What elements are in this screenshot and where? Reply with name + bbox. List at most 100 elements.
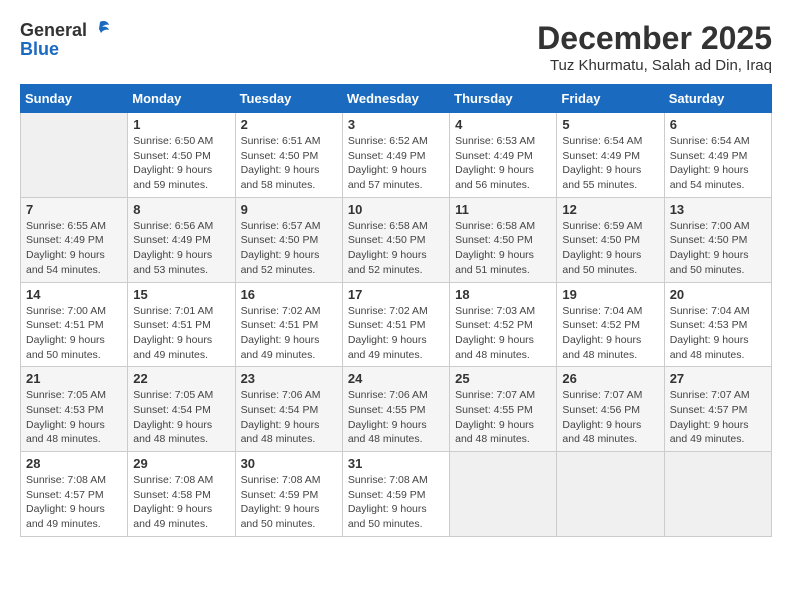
- page-header: General Blue December 2025 Tuz Khurmatu,…: [20, 20, 772, 74]
- calendar-cell: 10 Sunrise: 6:58 AM Sunset: 4:50 PM Dayli…: [342, 197, 449, 282]
- calendar-week-row: 21 Sunrise: 7:05 AM Sunset: 4:53 PM Dayli…: [21, 367, 772, 452]
- day-info: Sunrise: 7:06 AM Sunset: 4:54 PM Dayligh…: [241, 388, 337, 447]
- day-number: 10: [348, 202, 444, 217]
- day-info: Sunrise: 6:51 AM Sunset: 4:50 PM Dayligh…: [241, 134, 337, 193]
- day-header-friday: Friday: [557, 85, 664, 113]
- calendar-cell: 8 Sunrise: 6:56 AM Sunset: 4:49 PM Daylig…: [128, 197, 235, 282]
- day-number: 26: [562, 371, 658, 386]
- calendar-cell: 24 Sunrise: 7:06 AM Sunset: 4:55 PM Dayli…: [342, 367, 449, 452]
- day-number: 2: [241, 117, 337, 132]
- day-number: 9: [241, 202, 337, 217]
- calendar-cell: 12Sunrise: 6:59 AM Sunset: 4:50 PM Dayli…: [557, 197, 664, 282]
- day-number: 31: [348, 456, 444, 471]
- day-info: Sunrise: 7:08 AM Sunset: 4:58 PM Dayligh…: [133, 473, 229, 532]
- calendar-cell: 21 Sunrise: 7:05 AM Sunset: 4:53 PM Dayli…: [21, 367, 128, 452]
- day-info: Sunrise: 7:03 AM Sunset: 4:52 PM Dayligh…: [455, 304, 551, 363]
- day-info: Sunrise: 7:04 AM Sunset: 4:52 PM Dayligh…: [562, 304, 658, 363]
- day-info: Sunrise: 7:06 AM Sunset: 4:55 PM Dayligh…: [348, 388, 444, 447]
- calendar-cell: 15 Sunrise: 7:01 AM Sunset: 4:51 PM Dayli…: [128, 282, 235, 367]
- logo-bird-icon: [89, 18, 111, 40]
- calendar-cell: 31 Sunrise: 7:08 AM Sunset: 4:59 PM Dayli…: [342, 452, 449, 537]
- day-info: Sunrise: 6:58 AM Sunset: 4:50 PM Dayligh…: [348, 219, 444, 278]
- day-info: Sunrise: 7:08 AM Sunset: 4:59 PM Dayligh…: [241, 473, 337, 532]
- logo-blue-text: Blue: [20, 40, 59, 58]
- calendar-week-row: 7 Sunrise: 6:55 AM Sunset: 4:49 PM Daylig…: [21, 197, 772, 282]
- day-info: Sunrise: 6:57 AM Sunset: 4:50 PM Dayligh…: [241, 219, 337, 278]
- day-info: Sunrise: 7:07 AM Sunset: 4:56 PM Dayligh…: [562, 388, 658, 447]
- calendar-cell: [557, 452, 664, 537]
- day-number: 29: [133, 456, 229, 471]
- calendar-cell: 14Sunrise: 7:00 AM Sunset: 4:51 PM Dayli…: [21, 282, 128, 367]
- day-header-sunday: Sunday: [21, 85, 128, 113]
- calendar-cell: 2 Sunrise: 6:51 AM Sunset: 4:50 PM Daylig…: [235, 113, 342, 198]
- calendar-cell: 4 Sunrise: 6:53 AM Sunset: 4:49 PM Daylig…: [450, 113, 557, 198]
- calendar-cell: 19 Sunrise: 7:04 AM Sunset: 4:52 PM Dayli…: [557, 282, 664, 367]
- calendar-cell: 20Sunrise: 7:04 AM Sunset: 4:53 PM Dayli…: [664, 282, 771, 367]
- day-info: Sunrise: 7:08 AM Sunset: 4:59 PM Dayligh…: [348, 473, 444, 532]
- day-number: 7: [26, 202, 122, 217]
- day-number: 18: [455, 287, 551, 302]
- day-number: 23: [241, 371, 337, 386]
- day-header-saturday: Saturday: [664, 85, 771, 113]
- title-block: December 2025 Tuz Khurmatu, Salah ad Din…: [537, 20, 772, 74]
- calendar-cell: 7 Sunrise: 6:55 AM Sunset: 4:49 PM Daylig…: [21, 197, 128, 282]
- calendar-cell: 1Sunrise: 6:50 AM Sunset: 4:50 PM Daylig…: [128, 113, 235, 198]
- day-info: Sunrise: 7:02 AM Sunset: 4:51 PM Dayligh…: [241, 304, 337, 363]
- calendar-cell: 29 Sunrise: 7:08 AM Sunset: 4:58 PM Dayli…: [128, 452, 235, 537]
- day-number: 4: [455, 117, 551, 132]
- day-number: 3: [348, 117, 444, 132]
- day-number: 15: [133, 287, 229, 302]
- day-number: 16: [241, 287, 337, 302]
- day-info: Sunrise: 6:53 AM Sunset: 4:49 PM Dayligh…: [455, 134, 551, 193]
- day-number: 17: [348, 287, 444, 302]
- day-number: 14: [26, 287, 122, 302]
- day-header-monday: Monday: [128, 85, 235, 113]
- day-info: Sunrise: 6:59 AM Sunset: 4:50 PM Dayligh…: [562, 219, 658, 278]
- day-number: 8: [133, 202, 229, 217]
- logo: General Blue: [20, 20, 111, 58]
- day-number: 20: [670, 287, 766, 302]
- day-info: Sunrise: 7:01 AM Sunset: 4:51 PM Dayligh…: [133, 304, 229, 363]
- day-info: Sunrise: 6:55 AM Sunset: 4:49 PM Dayligh…: [26, 219, 122, 278]
- day-info: Sunrise: 6:58 AM Sunset: 4:50 PM Dayligh…: [455, 219, 551, 278]
- calendar-cell: 11 Sunrise: 6:58 AM Sunset: 4:50 PM Dayli…: [450, 197, 557, 282]
- day-info: Sunrise: 6:52 AM Sunset: 4:49 PM Dayligh…: [348, 134, 444, 193]
- calendar-cell: 23 Sunrise: 7:06 AM Sunset: 4:54 PM Dayli…: [235, 367, 342, 452]
- calendar-cell: 13Sunrise: 7:00 AM Sunset: 4:50 PM Dayli…: [664, 197, 771, 282]
- day-info: Sunrise: 6:54 AM Sunset: 4:49 PM Dayligh…: [670, 134, 766, 193]
- day-info: Sunrise: 7:02 AM Sunset: 4:51 PM Dayligh…: [348, 304, 444, 363]
- day-info: Sunrise: 6:54 AM Sunset: 4:49 PM Dayligh…: [562, 134, 658, 193]
- location-title: Tuz Khurmatu, Salah ad Din, Iraq: [537, 57, 772, 74]
- logo-general-text: General: [20, 21, 87, 39]
- calendar-cell: [450, 452, 557, 537]
- day-number: 19: [562, 287, 658, 302]
- day-info: Sunrise: 7:05 AM Sunset: 4:53 PM Dayligh…: [26, 388, 122, 447]
- calendar-cell: [664, 452, 771, 537]
- calendar-cell: [21, 113, 128, 198]
- day-header-wednesday: Wednesday: [342, 85, 449, 113]
- calendar-header-row: SundayMondayTuesdayWednesdayThursdayFrid…: [21, 85, 772, 113]
- calendar-week-row: 14Sunrise: 7:00 AM Sunset: 4:51 PM Dayli…: [21, 282, 772, 367]
- day-number: 25: [455, 371, 551, 386]
- day-info: Sunrise: 7:08 AM Sunset: 4:57 PM Dayligh…: [26, 473, 122, 532]
- day-info: Sunrise: 6:50 AM Sunset: 4:50 PM Dayligh…: [133, 134, 229, 193]
- day-info: Sunrise: 7:07 AM Sunset: 4:55 PM Dayligh…: [455, 388, 551, 447]
- month-title: December 2025: [537, 20, 772, 57]
- calendar-cell: 28 Sunrise: 7:08 AM Sunset: 4:57 PM Dayli…: [21, 452, 128, 537]
- calendar-cell: 6Sunrise: 6:54 AM Sunset: 4:49 PM Daylig…: [664, 113, 771, 198]
- day-number: 24: [348, 371, 444, 386]
- calendar-cell: 26 Sunrise: 7:07 AM Sunset: 4:56 PM Dayli…: [557, 367, 664, 452]
- day-number: 30: [241, 456, 337, 471]
- calendar-week-row: 1Sunrise: 6:50 AM Sunset: 4:50 PM Daylig…: [21, 113, 772, 198]
- calendar-cell: 27Sunrise: 7:07 AM Sunset: 4:57 PM Dayli…: [664, 367, 771, 452]
- day-number: 28: [26, 456, 122, 471]
- calendar-cell: 17 Sunrise: 7:02 AM Sunset: 4:51 PM Dayli…: [342, 282, 449, 367]
- day-number: 21: [26, 371, 122, 386]
- day-info: Sunrise: 7:07 AM Sunset: 4:57 PM Dayligh…: [670, 388, 766, 447]
- calendar-table: SundayMondayTuesdayWednesdayThursdayFrid…: [20, 84, 772, 537]
- day-number: 5: [562, 117, 658, 132]
- calendar-cell: 30 Sunrise: 7:08 AM Sunset: 4:59 PM Dayli…: [235, 452, 342, 537]
- calendar-cell: 25 Sunrise: 7:07 AM Sunset: 4:55 PM Dayli…: [450, 367, 557, 452]
- day-number: 11: [455, 202, 551, 217]
- day-info: Sunrise: 6:56 AM Sunset: 4:49 PM Dayligh…: [133, 219, 229, 278]
